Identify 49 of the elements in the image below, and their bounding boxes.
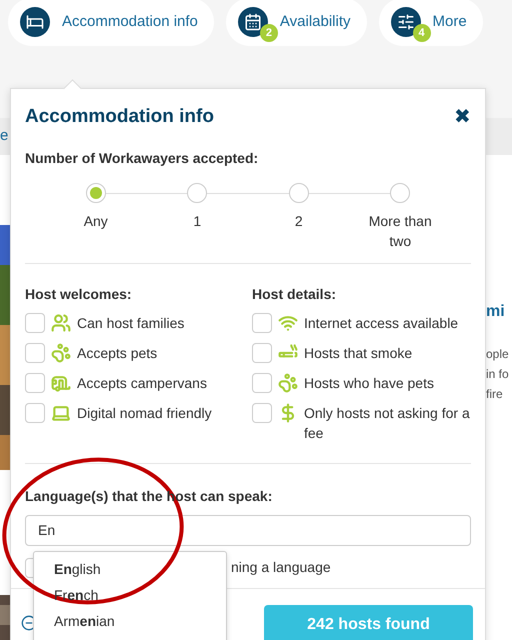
option-label: Only hosts not asking for a fee <box>304 404 471 442</box>
step-radio[interactable] <box>390 182 410 202</box>
step-radio[interactable] <box>86 182 106 202</box>
page-text: ople <box>486 346 510 363</box>
filter-tab[interactable]: 2 Availability <box>226 0 366 46</box>
option-label: Hosts that smoke <box>304 344 412 362</box>
group-heading: Host details: <box>252 284 338 304</box>
panel-title: Accommodation info <box>25 105 214 129</box>
option-label: ning a language <box>231 558 331 577</box>
step-label: Any <box>82 212 109 230</box>
step-label: 1 <box>192 212 202 230</box>
suggestion-item[interactable]: Armenian <box>34 608 226 634</box>
language-field[interactable]: En <box>25 514 471 546</box>
option-label: Digital nomad friendly <box>77 404 212 422</box>
page-text: fire <box>486 386 504 403</box>
page-heading: mi <box>486 302 506 322</box>
sliders-icon <box>390 7 420 37</box>
option-label: Accepts campervans <box>77 374 207 392</box>
step-label: More than two <box>368 212 433 250</box>
people-icon <box>51 312 71 332</box>
option-label: Can host families <box>77 314 184 332</box>
page-text: in fo <box>486 366 510 383</box>
count-badge: 2 <box>260 24 278 42</box>
filter-tab[interactable]: 4 More <box>378 0 483 46</box>
group-heading: Host welcomes: <box>25 284 133 304</box>
checkbox[interactable] <box>252 402 272 422</box>
suggestion-item[interactable]: English <box>34 556 226 582</box>
step-radio[interactable] <box>288 182 309 202</box>
paw-icon <box>278 372 298 392</box>
option-label: Internet access available <box>304 314 458 332</box>
section-label: Number of Workawayers accepted: <box>25 148 260 168</box>
calendar-icon <box>238 7 268 37</box>
checkbox[interactable] <box>252 312 272 332</box>
close-button[interactable]: ✖ <box>454 107 471 128</box>
step-radio[interactable] <box>187 182 208 202</box>
bed-icon <box>20 7 50 37</box>
page-text: e <box>0 126 8 146</box>
checkbox[interactable] <box>252 342 272 362</box>
option-label: Accepts pets <box>77 344 158 362</box>
filter-tab[interactable]: Accommodation info <box>8 0 214 46</box>
option-label: Hosts who have pets <box>304 374 434 392</box>
paw-icon <box>51 342 71 362</box>
checkbox[interactable] <box>25 342 45 362</box>
count-badge: 4 <box>412 24 430 42</box>
checkbox[interactable] <box>252 372 272 392</box>
checkbox[interactable] <box>25 312 45 332</box>
checkbox[interactable] <box>25 372 45 392</box>
step-label: 2 <box>294 212 304 230</box>
checkbox[interactable] <box>25 402 45 422</box>
